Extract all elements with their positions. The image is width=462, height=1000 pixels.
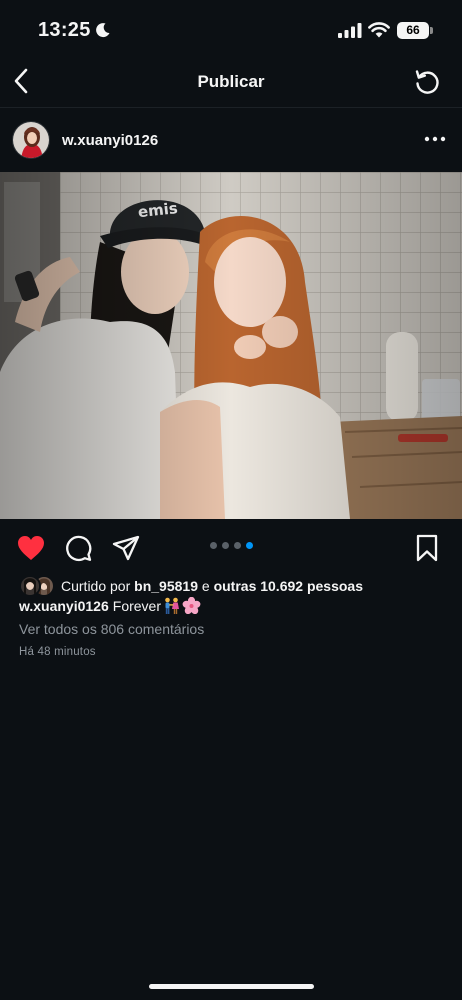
liker-username[interactable]: bn_95819 <box>134 578 198 594</box>
likes-summary[interactable]: Curtido por bn_95819 e outras 10.692 pes… <box>19 575 363 597</box>
heart-filled-icon <box>18 536 44 560</box>
refresh-icon <box>415 70 439 94</box>
wifi-icon <box>368 22 390 38</box>
page-title: Publicar <box>197 72 265 91</box>
likes-prefix: Curtido por <box>61 578 135 594</box>
post-timestamp: Há 48 minutos <box>19 646 96 658</box>
carousel-dot <box>222 542 229 549</box>
battery-level: 66 <box>397 22 429 39</box>
more-options-button[interactable] <box>420 126 450 152</box>
carousel-dot <box>234 542 241 549</box>
status-time: 13:25 <box>38 19 91 41</box>
moon-icon <box>96 23 110 38</box>
share-button[interactable] <box>110 532 142 564</box>
caption-text: Forever <box>112 598 161 614</box>
post-username[interactable]: w.xuanyi0126 <box>62 132 158 149</box>
couple-emoji-icon <box>165 597 179 614</box>
carousel-dot <box>210 542 217 549</box>
likes-connector: e <box>197 578 214 594</box>
post-header: w.xuanyi0126 <box>0 116 462 166</box>
comment-icon <box>66 535 92 562</box>
carousel-dot-active <box>246 542 253 549</box>
avatar[interactable] <box>12 121 50 159</box>
likes-count[interactable]: outras 10.692 pessoas <box>214 578 363 594</box>
home-indicator[interactable] <box>149 984 314 989</box>
caption-username[interactable]: w.xuanyi0126 <box>19 598 109 614</box>
avatar <box>19 575 41 597</box>
paper-plane-icon <box>112 535 140 561</box>
view-all-comments-link[interactable]: Ver todos os 806 comentários <box>19 621 204 637</box>
carousel-indicator <box>210 542 253 549</box>
like-button[interactable] <box>15 532 47 564</box>
signal-icon <box>338 23 362 38</box>
top-nav: Publicar <box>0 56 462 108</box>
liker-avatars <box>19 575 59 597</box>
caption: w.xuanyi0126 Forever <box>19 597 201 615</box>
post-actions <box>0 530 462 566</box>
avatar-image <box>13 122 49 158</box>
save-button[interactable] <box>411 532 443 564</box>
status-bar: 13:25 66 <box>0 0 462 56</box>
more-horizontal-icon <box>424 136 446 142</box>
bookmark-icon <box>416 534 438 562</box>
likes-text: Curtido por bn_95819 e outras 10.692 pes… <box>61 578 363 594</box>
post-image: emis <box>0 172 462 519</box>
refresh-button[interactable] <box>411 67 443 97</box>
post-photo[interactable]: emis <box>0 172 462 519</box>
battery-icon: 66 <box>397 22 433 39</box>
cherry-blossom-icon <box>182 597 201 615</box>
comment-button[interactable] <box>62 532 94 564</box>
